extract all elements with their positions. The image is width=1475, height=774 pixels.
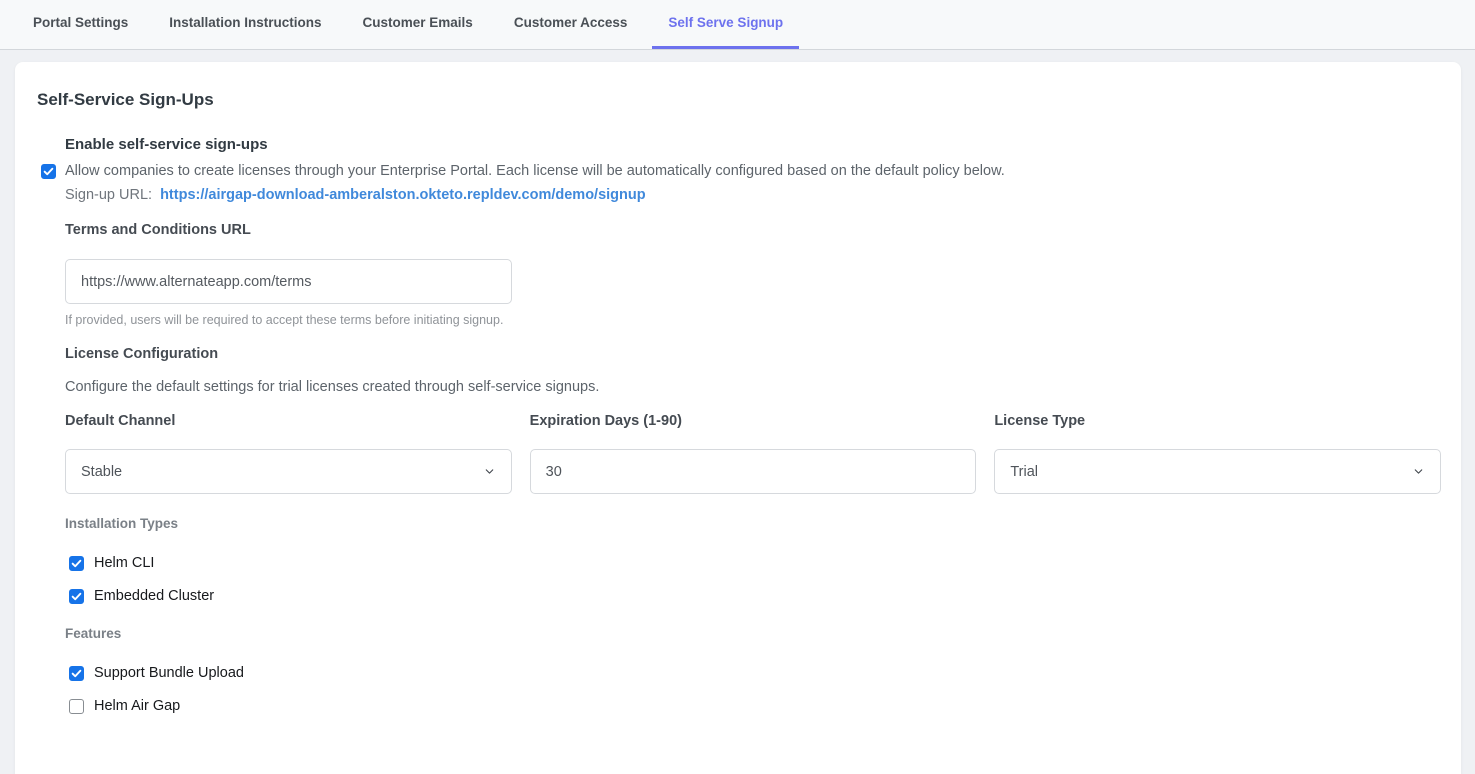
expiration-days-label: Expiration Days (1-90) (530, 413, 977, 429)
default-channel-cell: Default Channel Stable (65, 413, 512, 494)
enable-signups-description: Allow companies to create licenses throu… (65, 163, 1005, 179)
license-type-cell: License Type Trial (994, 413, 1441, 494)
enable-signups-title: Enable self-service sign-ups (65, 136, 1441, 153)
installation-types-label: Installation Types (65, 516, 1441, 531)
expiration-days-field (530, 449, 977, 494)
terms-helper-text: If provided, users will be required to a… (65, 313, 1441, 327)
installation-types-list: Helm CLI Embedded Cluster (65, 555, 1441, 604)
embedded-cluster-label: Embedded Cluster (94, 588, 214, 604)
check-icon (71, 558, 82, 569)
support-bundle-upload-checkbox[interactable] (69, 666, 84, 681)
helm-air-gap-label: Helm Air Gap (94, 698, 180, 714)
chevron-down-icon (483, 465, 496, 478)
helm-cli-checkbox[interactable] (69, 556, 84, 571)
feature-row: Support Bundle Upload (69, 665, 1441, 681)
settings-tabbar: Portal Settings Installation Instruction… (0, 0, 1475, 50)
license-configuration-section: License Configuration Configure the defa… (65, 345, 1441, 714)
embedded-cluster-checkbox[interactable] (69, 589, 84, 604)
signup-url-label: Sign-up URL: (65, 187, 152, 203)
tab-self-serve-signup[interactable]: Self Serve Signup (652, 0, 799, 49)
tab-installation-instructions[interactable]: Installation Instructions (153, 0, 337, 49)
license-type-value: Trial (1010, 464, 1038, 480)
license-type-select[interactable]: Trial (994, 449, 1441, 494)
chevron-down-icon (1412, 465, 1425, 478)
terms-url-input[interactable] (65, 259, 512, 304)
license-fields-grid: Default Channel Stable Expiration Days (… (65, 413, 1441, 494)
tab-customer-emails[interactable]: Customer Emails (347, 0, 489, 49)
enable-signups-checkbox[interactable] (41, 164, 56, 179)
self-serve-signup-panel: Self-Service Sign-Ups Enable self-servic… (15, 62, 1461, 774)
signup-url-line: Sign-up URL: https://airgap-download-amb… (65, 187, 1441, 203)
installation-type-row: Embedded Cluster (69, 588, 1441, 604)
default-channel-value: Stable (81, 464, 122, 480)
expiration-days-input[interactable] (546, 464, 961, 480)
helm-cli-label: Helm CLI (94, 555, 154, 571)
feature-row: Helm Air Gap (69, 698, 1441, 714)
tab-portal-settings[interactable]: Portal Settings (17, 0, 144, 49)
helm-air-gap-checkbox[interactable] (69, 699, 84, 714)
check-icon (71, 668, 82, 679)
terms-url-label: Terms and Conditions URL (65, 222, 251, 238)
page-title: Self-Service Sign-Ups (37, 90, 1441, 110)
features-list: Support Bundle Upload Helm Air Gap (65, 665, 1441, 714)
check-icon (71, 591, 82, 602)
installation-type-row: Helm CLI (69, 555, 1441, 571)
signup-url-link[interactable]: https://airgap-download-amberalston.okte… (160, 187, 646, 203)
check-icon (43, 166, 54, 177)
license-type-label: License Type (994, 413, 1441, 429)
license-configuration-title: License Configuration (65, 346, 218, 362)
terms-block: Terms and Conditions URL If provided, us… (65, 221, 1441, 327)
tab-customer-access[interactable]: Customer Access (498, 0, 644, 49)
support-bundle-upload-label: Support Bundle Upload (94, 665, 244, 681)
expiration-days-cell: Expiration Days (1-90) (530, 413, 977, 494)
default-channel-select[interactable]: Stable (65, 449, 512, 494)
default-channel-label: Default Channel (65, 413, 512, 429)
features-label: Features (65, 626, 1441, 641)
enable-signups-row: Allow companies to create licenses throu… (41, 163, 1441, 179)
license-configuration-description: Configure the default settings for trial… (65, 379, 1441, 395)
